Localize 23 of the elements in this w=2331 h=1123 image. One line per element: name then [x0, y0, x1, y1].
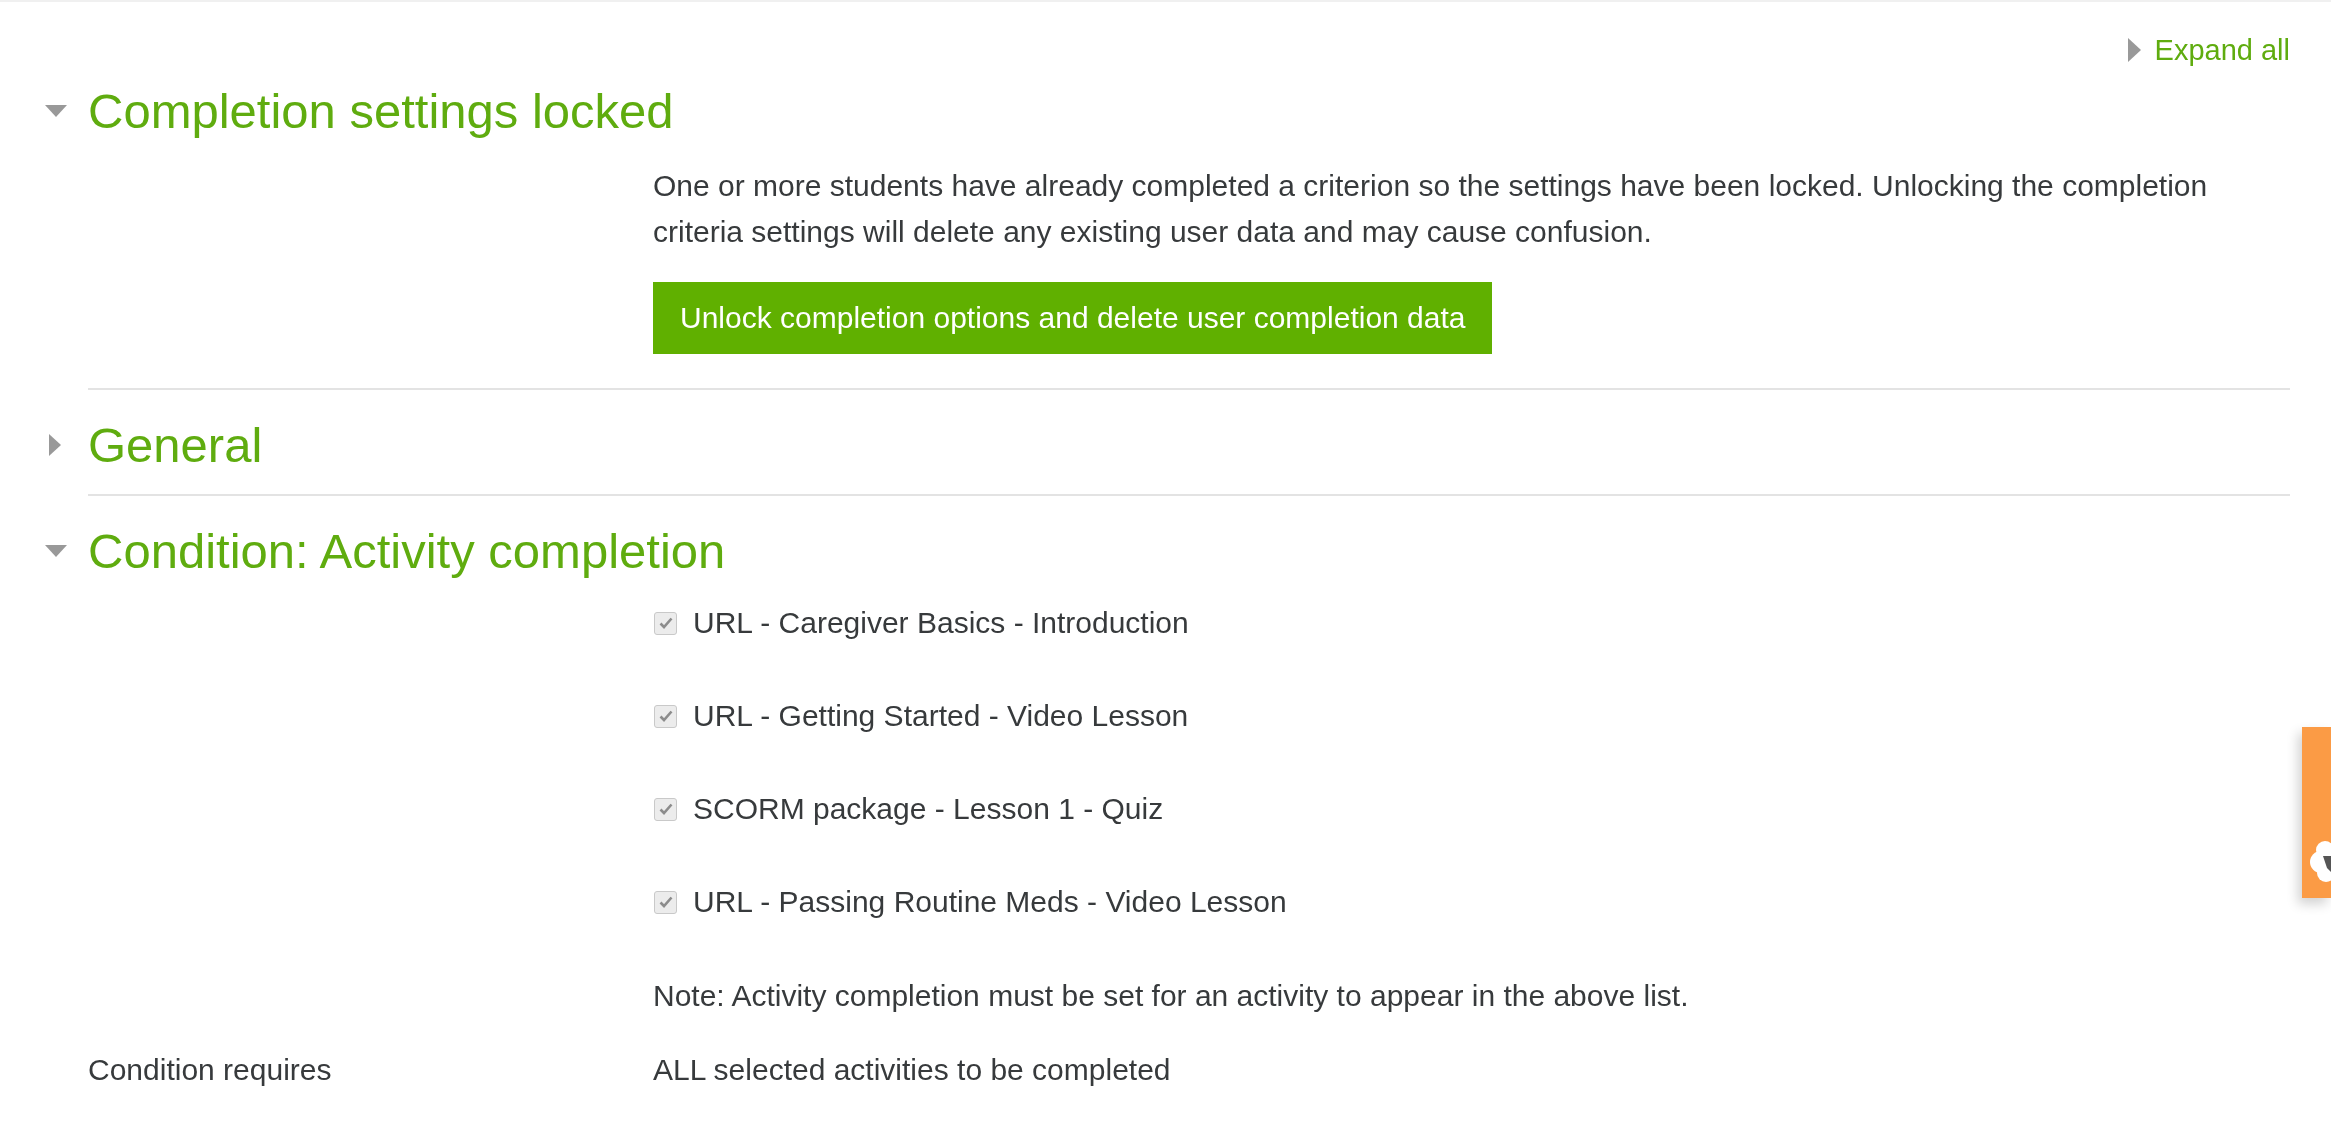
- activity-label: URL - Getting Started - Video Lesson: [693, 698, 1189, 734]
- note-text: Note: Activity completion must be set for an activity to appear in the above list.: [653, 978, 1690, 1014]
- section-heading[interactable]: Condition: Activity completion: [88, 523, 726, 579]
- activity-label: URL - Passing Routine Meds - Video Lesson: [693, 884, 1287, 920]
- section-heading[interactable]: Completion settings locked: [88, 83, 674, 139]
- cloud-icon: [2309, 838, 2331, 884]
- caret-icon[interactable]: [49, 434, 61, 456]
- activity-label: URL - Caregiver Basics - Introduction: [693, 605, 1189, 641]
- lock-message: One or more students have already completed a criterion so the settings have been locked. Unlocking the completion criteria settings will delete any existing user data and may cause confusion.: [653, 168, 2209, 250]
- checkmark-icon: [658, 710, 673, 722]
- field-value: ALL selected activities to be completed: [653, 1052, 1171, 1088]
- field-label: Condition requires: [88, 1052, 332, 1088]
- caret-icon: [2127, 38, 2141, 62]
- activity-label: SCORM package - Lesson 1 - Quiz: [693, 791, 1164, 827]
- checkmark-icon: [658, 803, 673, 815]
- checkmark-icon: [658, 896, 673, 908]
- side-tab[interactable]: [2302, 727, 2331, 898]
- expand-all-link[interactable]: Expand all: [2127, 30, 2290, 70]
- caret-icon[interactable]: [45, 105, 67, 117]
- section-heading[interactable]: General: [88, 417, 263, 473]
- checkmark-icon: [658, 617, 673, 629]
- unlock-button[interactable]: Unlock completion options and delete user completion data: [653, 282, 1493, 354]
- caret-icon[interactable]: [45, 545, 67, 557]
